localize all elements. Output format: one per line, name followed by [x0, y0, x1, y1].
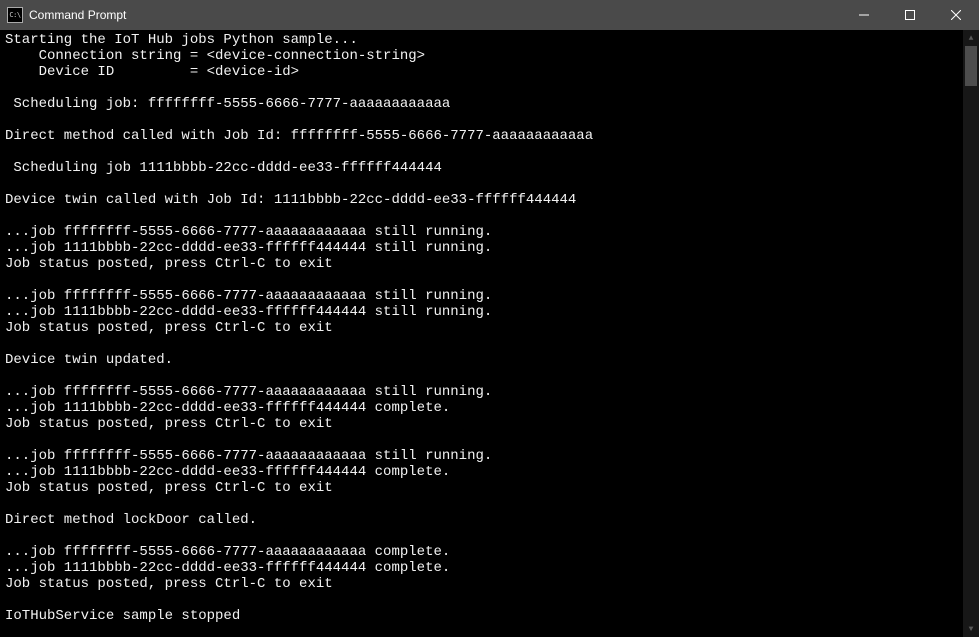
terminal-line: Job status posted, press Ctrl-C to exit	[5, 576, 979, 592]
minimize-icon	[859, 10, 869, 20]
terminal-area: Starting the IoT Hub jobs Python sample.…	[0, 30, 979, 637]
window-titlebar[interactable]: C:\ Command Prompt	[0, 0, 979, 30]
terminal-line	[5, 528, 979, 544]
terminal-line: Job status posted, press Ctrl-C to exit	[5, 320, 979, 336]
maximize-icon	[905, 10, 915, 20]
terminal-line	[5, 432, 979, 448]
terminal-line: Job status posted, press Ctrl-C to exit	[5, 416, 979, 432]
vertical-scrollbar[interactable]: ▲ ▼	[963, 30, 979, 637]
close-button[interactable]	[933, 0, 979, 30]
terminal-line: Device twin updated.	[5, 352, 979, 368]
scrollbar-thumb[interactable]	[965, 46, 977, 86]
terminal-line: ...job ffffffff-5555-6666-7777-aaaaaaaaa…	[5, 448, 979, 464]
terminal-line: Scheduling job 1111bbbb-22cc-dddd-ee33-f…	[5, 160, 979, 176]
close-icon	[951, 10, 961, 20]
terminal-line: ...job 1111bbbb-22cc-dddd-ee33-ffffff444…	[5, 464, 979, 480]
terminal-line: Job status posted, press Ctrl-C to exit	[5, 256, 979, 272]
terminal-line: ...job 1111bbbb-22cc-dddd-ee33-ffffff444…	[5, 560, 979, 576]
terminal-line	[5, 80, 979, 96]
terminal-line	[5, 272, 979, 288]
minimize-button[interactable]	[841, 0, 887, 30]
terminal-line: Scheduling job: ffffffff-5555-6666-7777-…	[5, 96, 979, 112]
window-buttons	[841, 0, 979, 30]
chevron-down-icon: ▼	[969, 625, 974, 634]
terminal-line	[5, 112, 979, 128]
terminal-line: ...job ffffffff-5555-6666-7777-aaaaaaaaa…	[5, 288, 979, 304]
terminal-line: Connection string = <device-connection-s…	[5, 48, 979, 64]
terminal-line	[5, 496, 979, 512]
terminal-line	[5, 592, 979, 608]
terminal-line	[5, 144, 979, 160]
terminal-line: ...job ffffffff-5555-6666-7777-aaaaaaaaa…	[5, 224, 979, 240]
window-title: Command Prompt	[29, 8, 841, 22]
terminal-line: ...job ffffffff-5555-6666-7777-aaaaaaaaa…	[5, 384, 979, 400]
app-icon-text: C:\	[9, 11, 20, 19]
maximize-button[interactable]	[887, 0, 933, 30]
app-icon[interactable]: C:\	[7, 7, 23, 23]
terminal-line: Device twin called with Job Id: 1111bbbb…	[5, 192, 979, 208]
terminal-line: IoTHubService sample stopped	[5, 608, 979, 624]
terminal-line: ...job 1111bbbb-22cc-dddd-ee33-ffffff444…	[5, 240, 979, 256]
terminal-line: Job status posted, press Ctrl-C to exit	[5, 480, 979, 496]
scrollbar-down-button[interactable]: ▼	[963, 621, 979, 637]
terminal-line: Device ID = <device-id>	[5, 64, 979, 80]
chevron-up-icon: ▲	[969, 34, 974, 43]
terminal-line	[5, 336, 979, 352]
terminal-line	[5, 368, 979, 384]
terminal-line	[5, 208, 979, 224]
terminal-line: ...job 1111bbbb-22cc-dddd-ee33-ffffff444…	[5, 304, 979, 320]
terminal-line: Direct method lockDoor called.	[5, 512, 979, 528]
terminal-line: Direct method called with Job Id: ffffff…	[5, 128, 979, 144]
terminal-output[interactable]: Starting the IoT Hub jobs Python sample.…	[0, 30, 979, 637]
terminal-line: Starting the IoT Hub jobs Python sample.…	[5, 32, 979, 48]
terminal-line: ...job 1111bbbb-22cc-dddd-ee33-ffffff444…	[5, 400, 979, 416]
scrollbar-up-button[interactable]: ▲	[963, 30, 979, 46]
terminal-line: ...job ffffffff-5555-6666-7777-aaaaaaaaa…	[5, 544, 979, 560]
terminal-line	[5, 176, 979, 192]
